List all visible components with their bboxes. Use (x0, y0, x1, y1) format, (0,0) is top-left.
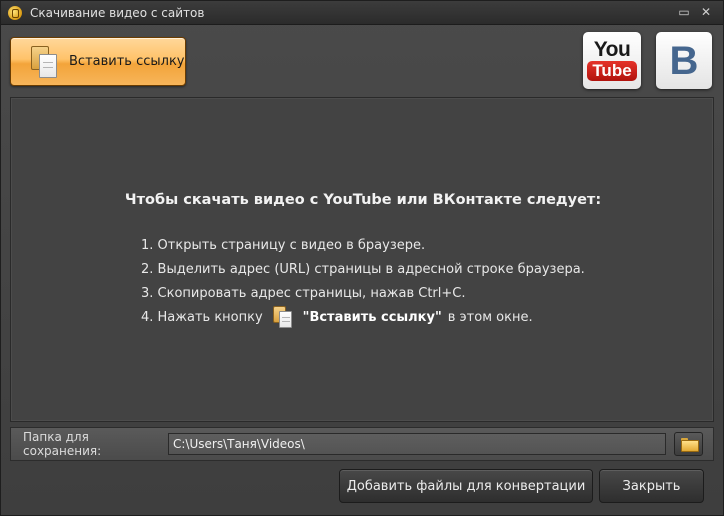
save-folder-input[interactable] (168, 433, 666, 455)
step-4-prefix: 4. Нажать кнопку (141, 309, 263, 325)
window-title: Скачивание видео с сайтов (30, 5, 205, 20)
minimize-icon[interactable]: ▭ (675, 4, 693, 20)
youtube-logo-tube: Tube (587, 61, 637, 81)
youtube-logo-you: You (593, 38, 631, 61)
paste-link-button[interactable]: Вставить ссылку (10, 37, 186, 86)
folder-open-icon (680, 438, 699, 452)
download-video-window: Скачивание видео с сайтов ▭ ✕ Вставить с… (0, 0, 724, 516)
step-2: 2. Выделить адрес (URL) страницы в адрес… (141, 261, 585, 277)
step-3: 3. Скопировать адрес страницы, нажав Ctr… (141, 285, 466, 301)
instructions-heading: Чтобы скачать видео с YouTube или ВКонта… (124, 192, 602, 208)
save-folder-row: Папка для сохранения: (10, 427, 714, 461)
add-files-for-conversion-button[interactable]: Добавить файлы для конвертации (339, 469, 593, 503)
instructions-steps: 1. Открыть страницу с видео в браузере. … (141, 233, 585, 329)
instructions-panel: Чтобы скачать видео с YouTube или ВКонта… (10, 97, 714, 422)
step-4-suffix: в этом окне. (447, 309, 533, 325)
clipboard-paste-icon (272, 306, 295, 328)
step-1: 1. Открыть страницу с видео в браузере. (141, 237, 426, 253)
youtube-logo: You Tube (583, 32, 641, 89)
step-4: 4. Нажать кнопку "Вставить ссылку" в это… (141, 305, 585, 329)
save-folder-label: Папка для сохранения: (23, 430, 102, 458)
clipboard-paste-icon (31, 45, 59, 78)
app-icon (8, 5, 22, 20)
close-button[interactable]: Закрыть (599, 469, 704, 503)
title-bar[interactable]: Скачивание видео с сайтов ▭ ✕ (1, 1, 723, 25)
vkontakte-logo-letter: B (669, 38, 699, 83)
vkontakte-logo: B (656, 32, 712, 89)
step-4-button-name: "Вставить ссылку" (302, 309, 442, 325)
paste-link-label: Вставить ссылку (69, 54, 185, 69)
browse-folder-button[interactable] (674, 432, 703, 456)
title-buttons: ▭ ✕ (675, 4, 715, 20)
close-icon[interactable]: ✕ (697, 4, 715, 20)
